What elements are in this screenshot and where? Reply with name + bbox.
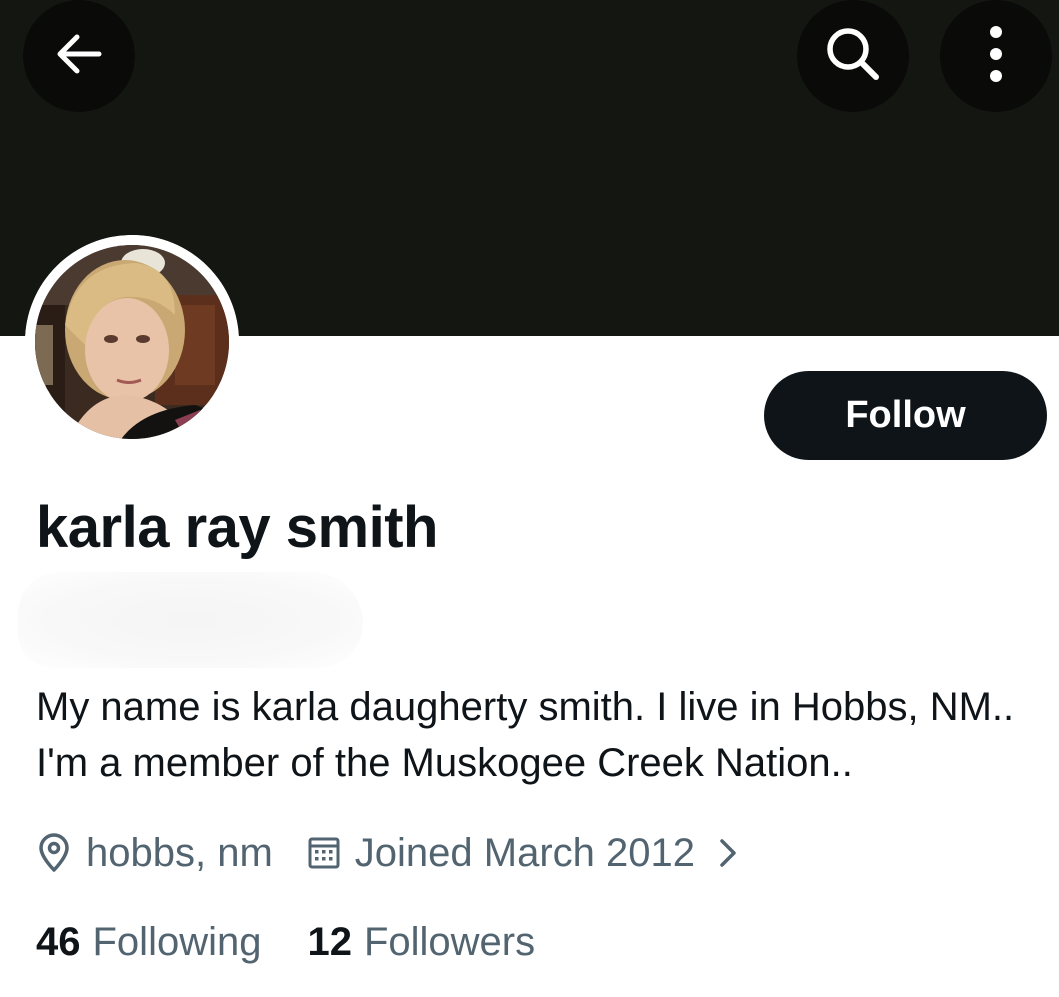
following-label: Following [92, 919, 262, 964]
search-button[interactable] [797, 0, 909, 112]
profile-meta: hobbs, nm Joined March 2012 [36, 823, 739, 883]
more-options-button[interactable] [940, 0, 1052, 112]
joined-item: Joined March 2012 [307, 831, 695, 876]
redacted-handle [18, 572, 363, 668]
location-pin-icon [36, 833, 72, 873]
avatar[interactable] [25, 235, 239, 449]
followers-label: Followers [363, 919, 536, 964]
followers-count: 12 [307, 919, 352, 964]
location-text: hobbs, nm [86, 830, 273, 875]
arrow-left-icon [52, 27, 106, 86]
joined-text: Joined March 2012 [354, 830, 695, 875]
followers-link[interactable]: 12 Followers [307, 920, 535, 965]
following-link[interactable]: 46 Following [36, 920, 261, 965]
search-icon [822, 23, 884, 90]
more-vertical-icon [986, 24, 1006, 89]
follow-button[interactable]: Follow [764, 371, 1047, 460]
following-count: 46 [36, 919, 81, 964]
back-button[interactable] [23, 0, 135, 112]
display-name: karla ray smith [36, 495, 438, 560]
chevron-right-icon[interactable] [717, 836, 739, 870]
calendar-icon [307, 835, 341, 871]
location-item: hobbs, nm [36, 831, 273, 876]
profile-bio: My name is karla daugherty smith. I live… [36, 685, 1015, 785]
profile-stats: 46 Following 12 Followers [36, 912, 535, 972]
profile-page: Follow karla ray smith My name is karla … [0, 0, 1059, 997]
